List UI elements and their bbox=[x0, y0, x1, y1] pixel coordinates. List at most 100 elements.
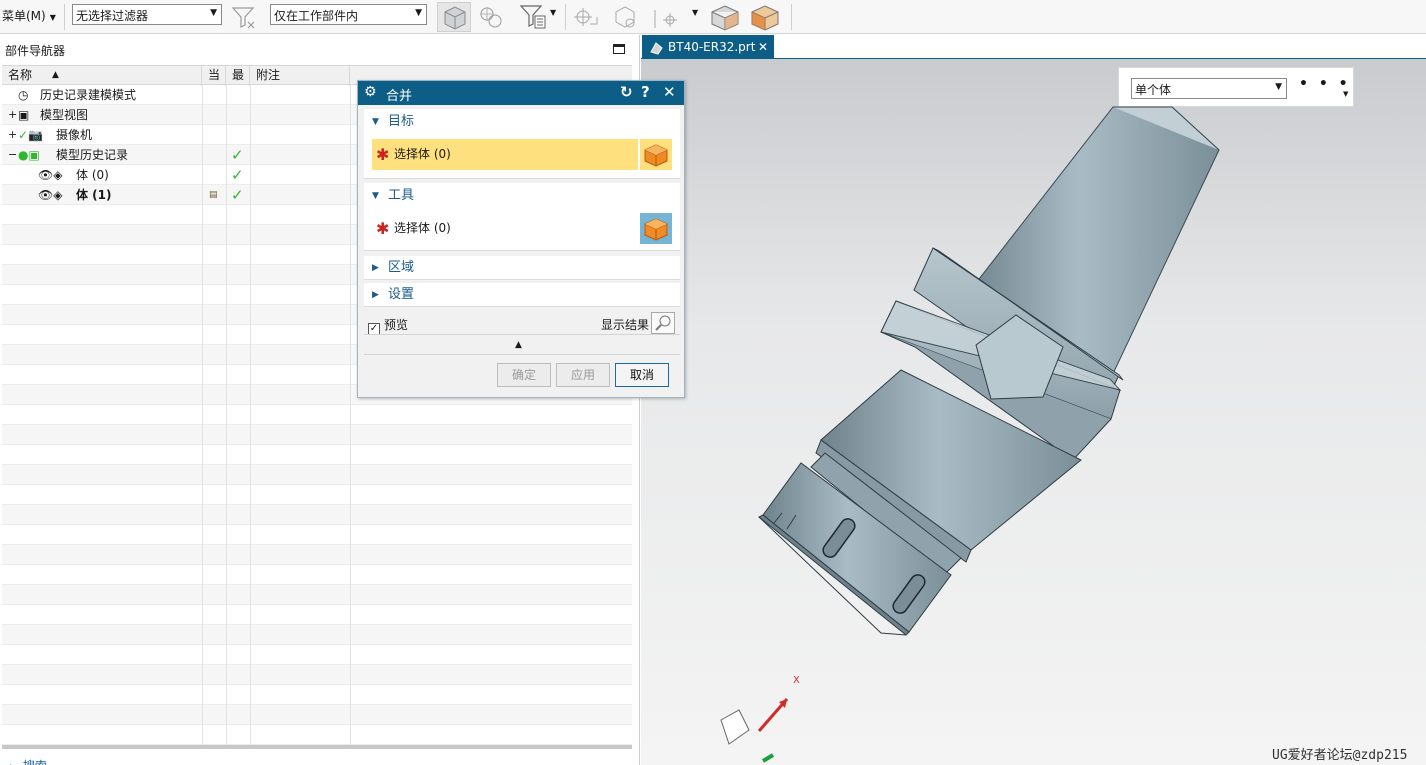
grid-divider bbox=[250, 85, 251, 745]
empty-row bbox=[2, 585, 632, 605]
assembly-link-icon[interactable] bbox=[476, 2, 506, 32]
settings-group-header[interactable]: ▶ 设置 bbox=[364, 283, 680, 307]
gear-icon[interactable]: ⚙ bbox=[364, 84, 377, 100]
empty-row bbox=[2, 485, 632, 505]
tool-group-label: 工具 bbox=[388, 188, 415, 203]
tool-select-body[interactable]: ✱ 选择体 (0) bbox=[372, 213, 638, 244]
empty-row bbox=[2, 405, 632, 425]
selection-filter-combo[interactable]: 无选择过滤器 ▼ bbox=[72, 4, 222, 25]
target-group: ▼ 目标 ✱ 选择体 (0) bbox=[364, 109, 680, 179]
dialog-divider bbox=[364, 334, 680, 335]
region-group: ▶ 区域 bbox=[364, 256, 680, 280]
reset-icon[interactable]: ↻ bbox=[620, 83, 633, 101]
dialog-titlebar[interactable]: ⚙ 合并 ↻ ? ✕ bbox=[358, 81, 684, 105]
required-star-icon: ✱ bbox=[376, 219, 390, 238]
toolbar-divider bbox=[565, 4, 566, 30]
column-name-label: 名称 bbox=[8, 68, 33, 82]
region-group-header[interactable]: ▶ 区域 bbox=[364, 256, 680, 280]
preview-checkbox[interactable]: ✓ 预览 bbox=[368, 316, 408, 335]
top-toolbar: 菜单(M) ▼ 无选择过滤器 ▼ 仅在工作部件内 ▼ ▼ ▼ bbox=[0, 0, 1426, 34]
empty-row bbox=[2, 645, 632, 665]
empty-row bbox=[2, 425, 632, 445]
dialog-title: 合并 bbox=[386, 89, 413, 104]
eye-body-icon: 👁◈ bbox=[38, 168, 63, 182]
current-marker-icon: ▤ bbox=[209, 190, 218, 200]
camera-icon: ✓📷 bbox=[18, 128, 43, 142]
selection-scope-combo[interactable]: 仅在工作部件内 ▼ bbox=[270, 4, 427, 25]
settings-group: ▶ 设置 bbox=[364, 283, 680, 307]
column-header-notes[interactable]: 附注 bbox=[250, 66, 350, 86]
menu-button[interactable]: 菜单(M) ▼ bbox=[2, 7, 56, 24]
solid-body-filter-icon[interactable] bbox=[437, 2, 471, 32]
target-group-header[interactable]: ▼ 目标 bbox=[364, 109, 680, 135]
maximize-icon[interactable] bbox=[613, 44, 625, 54]
ok-button[interactable]: 确定 bbox=[497, 363, 551, 387]
snap-point-icon[interactable] bbox=[570, 2, 600, 32]
empty-row bbox=[2, 605, 632, 625]
cancel-button[interactable]: 取消 bbox=[615, 363, 669, 387]
collapse-icon[interactable]: − bbox=[8, 145, 17, 165]
chevron-down-icon: ▼ bbox=[372, 117, 379, 127]
tool-group-header[interactable]: ▼ 工具 bbox=[364, 183, 680, 209]
toolbar-divider bbox=[791, 4, 792, 30]
graphics-window[interactable]: BT40-ER32.prt ✕ 单个体 ▼ • • • ▼ X bbox=[641, 35, 1426, 765]
show-result-button[interactable] bbox=[651, 312, 675, 334]
tree-row-label: 模型视图 bbox=[40, 108, 89, 122]
empty-row bbox=[2, 705, 632, 725]
type-filter-icon[interactable] bbox=[518, 2, 548, 32]
tree-row-label: 摄像机 bbox=[56, 128, 93, 142]
selection-scope-value: 仅在工作部件内 bbox=[274, 9, 359, 23]
chevron-down-icon[interactable]: ▼ bbox=[550, 8, 556, 17]
empty-row bbox=[2, 665, 632, 685]
region-group-label: 区域 bbox=[388, 260, 415, 275]
menu-label: 菜单(M) bbox=[2, 9, 46, 23]
empty-row bbox=[2, 545, 632, 565]
sort-ascending-icon: ▲ bbox=[52, 70, 59, 80]
selection-filter-value: 无选择过滤器 bbox=[76, 9, 149, 23]
navigator-title: 部件导航器 bbox=[5, 44, 66, 58]
point-on-curve-icon[interactable] bbox=[650, 2, 680, 32]
column-header-name[interactable]: 名称 ▲ bbox=[2, 66, 202, 86]
settings-group-label: 设置 bbox=[388, 287, 415, 302]
empty-row bbox=[2, 725, 632, 745]
latest-check-icon: ✓ bbox=[231, 186, 244, 204]
empty-row bbox=[2, 505, 632, 525]
eye-body-icon: 👁◈ bbox=[38, 188, 63, 202]
snap-body-icon[interactable] bbox=[610, 2, 640, 32]
navigator-search[interactable]: ▶搜索 bbox=[10, 757, 47, 765]
cube-view-icon[interactable] bbox=[708, 2, 742, 32]
column-header-current[interactable]: 当 bbox=[202, 66, 226, 86]
preview-label: 预览 bbox=[384, 318, 409, 332]
column-current-label: 当 bbox=[208, 68, 221, 82]
navigator-splitter[interactable] bbox=[2, 745, 632, 749]
column-header-latest[interactable]: 最 bbox=[226, 66, 250, 86]
tool-group: ▼ 工具 ✱ 选择体 (0) bbox=[364, 183, 680, 251]
chevron-down-icon: ▼ bbox=[210, 8, 217, 18]
cube-orange-icon[interactable] bbox=[748, 2, 782, 32]
axis-x-label: X bbox=[793, 675, 800, 686]
chevron-right-icon: ▶ bbox=[372, 290, 379, 300]
apply-button[interactable]: 应用 bbox=[556, 363, 610, 387]
model-viewport-canvas bbox=[720, 106, 1220, 763]
coordinate-triad[interactable] bbox=[720, 698, 789, 763]
watermark: UG爱好者论坛@zdp215 bbox=[1272, 748, 1408, 763]
target-select-body[interactable]: ✱ 选择体 (0) bbox=[372, 139, 638, 170]
chevron-down-icon: ▼ bbox=[372, 191, 379, 201]
collapse-up-icon[interactable]: ▲ bbox=[515, 340, 522, 350]
target-select-label: 选择体 (0) bbox=[394, 147, 451, 161]
tree-row-label: 历史记录建模模式 bbox=[40, 88, 137, 102]
expand-icon[interactable]: + bbox=[8, 125, 17, 145]
model-view-icon: ▣ bbox=[18, 108, 30, 122]
expand-icon[interactable]: + bbox=[8, 105, 17, 125]
close-icon[interactable]: ✕ bbox=[663, 83, 676, 101]
help-icon[interactable]: ? bbox=[641, 83, 650, 101]
filter-reset-icon[interactable] bbox=[230, 2, 260, 32]
empty-row bbox=[2, 625, 632, 645]
search-label: 搜索 bbox=[23, 759, 47, 765]
select-body-cube-icon[interactable] bbox=[640, 139, 672, 170]
tool-select-label: 选择体 (0) bbox=[394, 221, 451, 235]
select-tool-cube-icon[interactable] bbox=[640, 213, 672, 244]
chevron-down-icon[interactable]: ▼ bbox=[692, 8, 698, 17]
tool-holder-model[interactable] bbox=[758, 106, 1220, 636]
chevron-right-icon: ▶ bbox=[372, 263, 379, 273]
